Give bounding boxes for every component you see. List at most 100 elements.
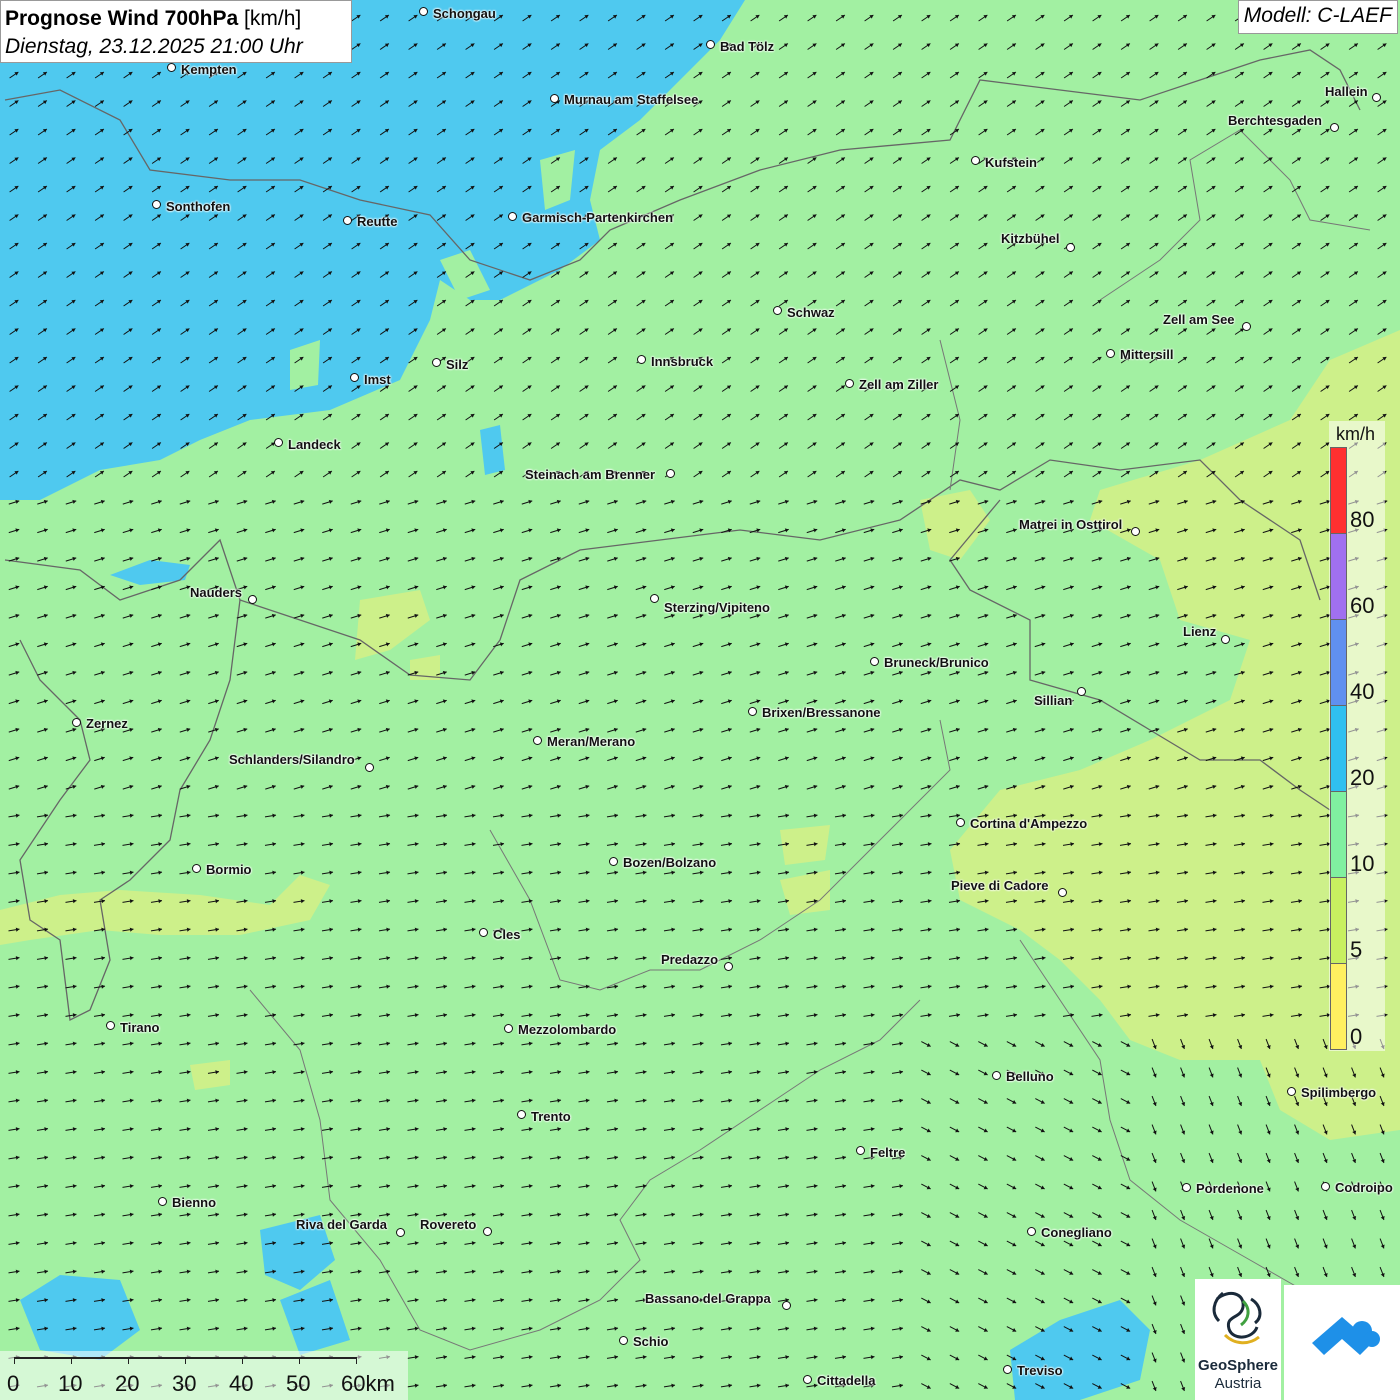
legend-label: 80: [1350, 507, 1375, 532]
city-marker: [971, 156, 980, 165]
legend-label: 20: [1350, 765, 1375, 790]
city-label: Trento: [531, 1109, 571, 1124]
city-label: Berchtesgaden: [1228, 113, 1322, 128]
city-marker: [666, 469, 675, 478]
city-label: Silz: [446, 357, 469, 372]
city-label: Zernez: [86, 716, 128, 731]
legend-swatch-60: [1330, 533, 1347, 620]
cloud-chevron-icon: [1312, 1317, 1380, 1355]
city-label: Tirano: [120, 1020, 160, 1035]
legend-label: 5: [1350, 937, 1363, 962]
city-label: Innsbruck: [651, 354, 714, 369]
city-marker: [1287, 1087, 1296, 1096]
city-label: Matrei in Osttirol: [1019, 517, 1123, 532]
city-label: Meran/Merano: [547, 734, 636, 749]
city-label: Conegliano: [1041, 1225, 1112, 1240]
city-marker: [803, 1375, 812, 1384]
city-marker: [782, 1301, 791, 1310]
city-marker: [396, 1228, 405, 1237]
city-marker: [365, 763, 374, 772]
legend-label: 60: [1350, 593, 1375, 618]
map-title-box: Prognose Wind 700hPa [km/h] Dienstag, 23…: [0, 0, 352, 63]
city-marker: [956, 818, 965, 827]
city-marker: [773, 306, 782, 315]
city-label: Codroipo: [1335, 1180, 1393, 1195]
city-label: Feltre: [870, 1145, 906, 1160]
scale-bar: 0 10 20 30 40 50 60km: [0, 1351, 408, 1400]
city-label: Belluno: [1006, 1069, 1054, 1084]
city-label: Pieve di Cadore: [951, 878, 1049, 893]
city-marker: [1077, 687, 1086, 696]
scale-tick: [242, 1357, 243, 1364]
city-label: Lienz: [1183, 624, 1217, 639]
city-marker: [508, 212, 517, 221]
city-marker: [483, 1227, 492, 1236]
city-marker: [1106, 349, 1115, 358]
model-label: Modell: C-LAEF: [1237, 0, 1398, 34]
city-marker: [479, 928, 488, 937]
geosphere-name: GeoSphere: [1197, 1357, 1279, 1374]
city-label: Sonthofen: [166, 199, 231, 214]
legend-label: 10: [1350, 851, 1375, 876]
legend-label: 0: [1350, 1024, 1363, 1049]
city-marker: [72, 718, 81, 727]
legend-swatch-0: [1330, 963, 1347, 1050]
city-marker: [1242, 322, 1251, 331]
scale-label: 10: [58, 1371, 83, 1396]
scale-tick: [185, 1357, 186, 1364]
city-marker: [274, 438, 283, 447]
city-marker: [192, 864, 201, 873]
city-label: Garmisch-Partenkirchen: [522, 210, 674, 225]
legend-swatch-5: [1330, 877, 1347, 964]
scale-label: 30: [172, 1371, 197, 1396]
city-label: Cortina d'Ampezzo: [970, 816, 1088, 831]
city-marker: [637, 355, 646, 364]
city-marker: [1372, 93, 1381, 102]
city-marker: [432, 358, 441, 367]
city-label: Zell am Ziller: [859, 377, 939, 392]
city-marker: [550, 94, 559, 103]
scale-label: 20: [115, 1371, 140, 1396]
city-label: Steinach am Brenner: [525, 467, 656, 482]
scale-tick: [299, 1357, 300, 1364]
city-marker: [870, 657, 879, 666]
city-marker: [706, 40, 715, 49]
scale-label: 0: [7, 1371, 20, 1396]
city-marker: [343, 216, 352, 225]
city-label: Schongau: [433, 6, 496, 21]
city-label: Riva del Garda: [296, 1217, 388, 1232]
city-marker: [992, 1071, 1001, 1080]
city-label: Reutte: [357, 214, 398, 229]
geosphere-logo[interactable]: GeoSphere Austria: [1195, 1279, 1281, 1400]
city-marker: [1221, 635, 1230, 644]
city-marker: [517, 1110, 526, 1119]
city-marker: [152, 200, 161, 209]
geosphere-emblem-icon: [1212, 1291, 1262, 1345]
weather-app-logo[interactable]: [1284, 1285, 1400, 1400]
city-label: Pordenone: [1196, 1181, 1264, 1196]
city-marker: [1321, 1182, 1330, 1191]
scale-tick: [128, 1357, 129, 1364]
map-title: Prognose Wind 700hPa [km/h]: [5, 4, 347, 33]
city-label: Schwaz: [787, 305, 835, 320]
city-label: Kufstein: [985, 155, 1037, 170]
city-marker: [856, 1146, 865, 1155]
city-marker: [1027, 1227, 1036, 1236]
legend-unit: km/h: [1336, 424, 1376, 444]
legend-label: 40: [1350, 679, 1375, 704]
city-marker: [724, 962, 733, 971]
city-label: Cles: [493, 927, 521, 942]
city-marker: [350, 373, 359, 382]
city-marker: [1058, 888, 1067, 897]
city-label: Landeck: [288, 437, 341, 452]
city-label: Treviso: [1017, 1363, 1063, 1378]
city-label: Mittersill: [1120, 347, 1174, 362]
city-label: Bad Tölz: [720, 39, 775, 54]
city-marker: [748, 707, 757, 716]
city-marker: [504, 1024, 513, 1033]
city-marker: [1182, 1183, 1191, 1192]
city-label: Spilimbergo: [1301, 1085, 1377, 1100]
city-label: Bassano del Grappa: [645, 1291, 771, 1306]
city-label: Murnau am Staffelsee: [564, 92, 699, 107]
city-marker: [1330, 123, 1339, 132]
